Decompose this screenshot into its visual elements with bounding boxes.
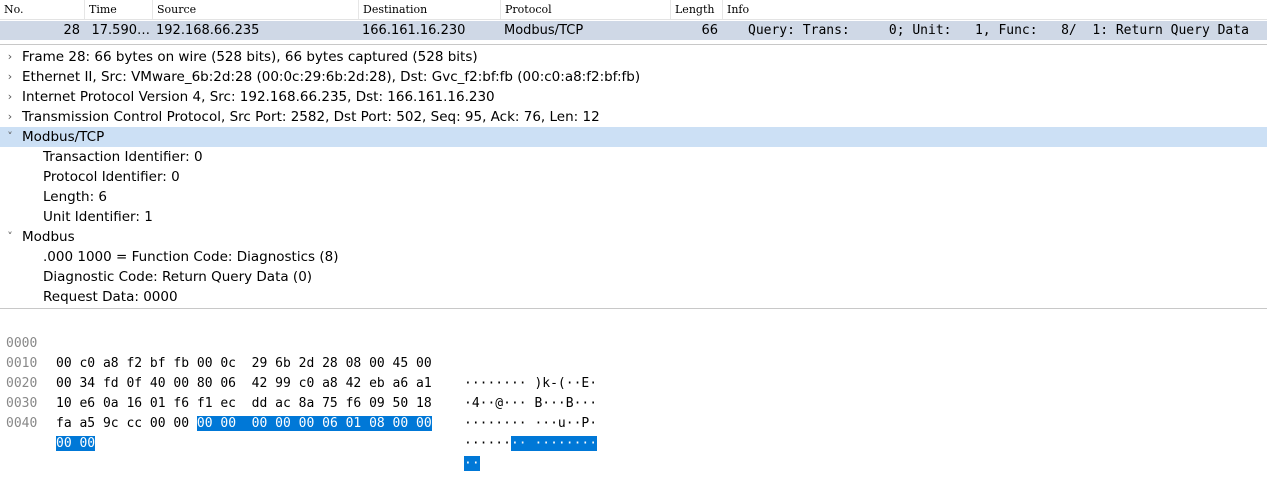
bytes-offset: 0040 — [6, 416, 38, 431]
cell-protocol: Modbus/TCP — [504, 23, 584, 38]
packet-row-selected[interactable]: 28 17.590… 192.168.66.235 166.161.16.230… — [0, 21, 1267, 40]
bytes-ascii[interactable]: ········ ········ — [464, 434, 598, 454]
expand-arrow-icon[interactable]: › — [4, 67, 16, 87]
bytes-hex[interactable]: 00 00 — [56, 434, 96, 454]
tree-item-label: Ethernet II, Src: VMware_6b:2d:28 (00:0c… — [22, 69, 641, 85]
bytes-ascii[interactable]: ········ ···u··P· — [464, 414, 597, 434]
bytes-hex[interactable]: fa a5 9c cc 00 00 00 00 00 00 00 06 01 0… — [56, 414, 432, 434]
tree-item-tcp[interactable]: › Transmission Control Protocol, Src Por… — [0, 107, 1267, 127]
tree-item-modbus[interactable]: ˅ Modbus — [0, 227, 1267, 247]
tree-field-label: Length: 6 — [43, 189, 107, 205]
tree-item-label: Internet Protocol Version 4, Src: 192.16… — [22, 89, 495, 105]
tree-field-label: Protocol Identifier: 0 — [43, 169, 180, 185]
bytes-row[interactable]: 0020 10 e6 0a 16 01 f6 f1 ec dd ac 8a 75… — [0, 354, 1267, 431]
packet-details-tree: › Frame 28: 66 bytes on wire (528 bits),… — [0, 46, 1267, 308]
packet-list-header: No. Time Source Destination Protocol Len… — [0, 0, 1267, 20]
cell-length: 66 — [701, 23, 718, 38]
tree-field-diagnostic-code[interactable]: Diagnostic Code: Return Query Data (0) — [0, 267, 1267, 287]
bytes-row[interactable]: 0010 00 34 fd 0f 40 00 80 06 42 99 c0 a8… — [0, 334, 1267, 411]
expand-arrow-icon[interactable]: › — [4, 87, 16, 107]
bytes-hex-highlight: 00 00 — [56, 436, 96, 451]
collapse-arrow-icon[interactable]: ˅ — [4, 227, 16, 247]
tree-field-label: Diagnostic Code: Return Query Data (0) — [43, 269, 313, 285]
column-header-no[interactable]: No. — [0, 0, 84, 19]
tree-field-label: .000 1000 = Function Code: Diagnostics (… — [43, 249, 339, 265]
tree-field-protocol-id[interactable]: Protocol Identifier: 0 — [0, 167, 1267, 187]
packet-list: No. Time Source Destination Protocol Len… — [0, 0, 1267, 40]
column-header-protocol[interactable]: Protocol — [500, 0, 670, 19]
column-header-length[interactable]: Length — [670, 0, 722, 19]
tree-field-label: Request Data: 0000 — [43, 289, 178, 305]
bytes-ascii-highlight: ·· ········ — [510, 436, 598, 451]
tree-item-frame[interactable]: › Frame 28: 66 bytes on wire (528 bits),… — [0, 47, 1267, 67]
bytes-ascii-plain: ······ — [464, 436, 511, 451]
packet-bytes-pane: 0000 00 c0 a8 f2 bf fb 00 0c 29 6b 2d 28… — [0, 311, 1267, 471]
tree-item-label: Transmission Control Protocol, Src Port:… — [22, 109, 600, 125]
column-header-destination[interactable]: Destination — [358, 0, 500, 19]
tree-field-function-code[interactable]: .000 1000 = Function Code: Diagnostics (… — [0, 247, 1267, 267]
cell-source: 192.168.66.235 — [156, 23, 260, 38]
pane-divider[interactable] — [0, 44, 1267, 45]
tree-field-unit-id[interactable]: Unit Identifier: 1 — [0, 207, 1267, 227]
tree-field-label: Unit Identifier: 1 — [43, 209, 153, 225]
cell-destination: 166.161.16.230 — [362, 23, 466, 38]
bytes-hex-plain: fa a5 9c cc 00 00 — [56, 416, 197, 431]
tree-field-request-data[interactable]: Request Data: 0000 — [0, 287, 1267, 307]
column-header-time[interactable]: Time — [84, 0, 152, 19]
expand-arrow-icon[interactable]: › — [4, 107, 16, 127]
bytes-row[interactable]: 0030 fa a5 9c cc 00 00 00 00 00 00 00 06… — [0, 374, 1267, 451]
cell-info: Query: Trans: 0; Unit: 1, Func: 8/ 1: Re… — [748, 23, 1249, 38]
bytes-ascii[interactable]: ·· — [464, 454, 480, 474]
pane-divider[interactable] — [0, 308, 1267, 309]
tree-field-length[interactable]: Length: 6 — [0, 187, 1267, 207]
bytes-hex-highlight: 00 00 00 00 00 06 01 08 00 00 — [196, 416, 432, 431]
bytes-row[interactable]: 0000 00 c0 a8 f2 bf fb 00 0c 29 6b 2d 28… — [0, 314, 1267, 391]
tree-field-transaction-id[interactable]: Transaction Identifier: 0 — [0, 147, 1267, 167]
tree-item-label: Frame 28: 66 bytes on wire (528 bits), 6… — [22, 49, 478, 65]
tree-item-modbus-tcp[interactable]: ˅ Modbus/TCP — [0, 127, 1267, 147]
cell-no: 28 — [63, 23, 80, 38]
column-header-source[interactable]: Source — [152, 0, 358, 19]
tree-item-label: Modbus/TCP — [22, 129, 105, 145]
tree-field-label: Transaction Identifier: 0 — [43, 149, 203, 165]
tree-item-ipv4[interactable]: › Internet Protocol Version 4, Src: 192.… — [0, 87, 1267, 107]
cell-time: 17.590… — [91, 23, 151, 38]
column-header-info[interactable]: Info — [722, 0, 1267, 19]
expand-arrow-icon[interactable]: › — [4, 47, 16, 67]
tree-item-label: Modbus — [22, 229, 75, 245]
bytes-row[interactable]: 0040 00 00 ·· — [0, 394, 1267, 471]
bytes-ascii-highlight: ·· — [464, 456, 480, 471]
tree-item-ethernet[interactable]: › Ethernet II, Src: VMware_6b:2d:28 (00:… — [0, 67, 1267, 87]
collapse-arrow-icon[interactable]: ˅ — [4, 127, 16, 147]
